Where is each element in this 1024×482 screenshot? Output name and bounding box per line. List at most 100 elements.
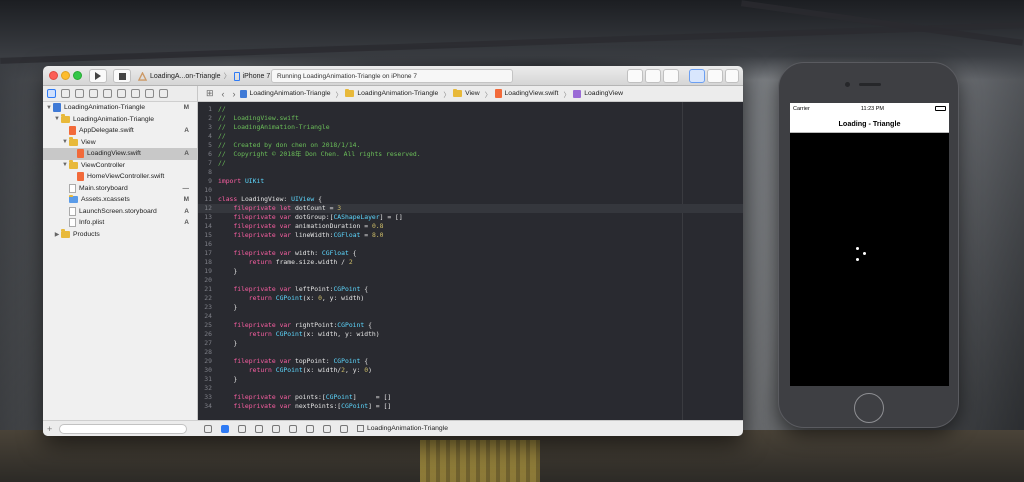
memory-graph-icon[interactable] (323, 424, 331, 433)
back-arrow-icon[interactable]: ‹ (222, 89, 225, 99)
line-number: 32 (204, 384, 212, 392)
toggle-navigator-button[interactable] (689, 69, 705, 83)
zoom-window-button[interactable] (73, 71, 82, 80)
debug-icon[interactable] (131, 89, 140, 98)
home-button[interactable] (854, 393, 884, 423)
step-out-icon[interactable] (289, 424, 297, 433)
code-line[interactable]: 11 class LoadingView: UIView { (198, 195, 743, 204)
source-editor[interactable]: 1 // 2 // LoadingView.swift 3 // LoadingAnima… (198, 102, 743, 420)
breakpoints-toggle-icon[interactable] (221, 424, 229, 433)
code-line[interactable]: 20 (198, 276, 743, 285)
step-over-icon[interactable] (255, 424, 263, 433)
code-line[interactable]: 5 // Created by don chen on 2018/1/14. (198, 141, 743, 150)
code-line[interactable]: 4 // (198, 132, 743, 141)
tree-item[interactable]: ▼ ViewController (43, 160, 197, 172)
code-line[interactable]: 23 } (198, 303, 743, 312)
code-line[interactable]: 3 // LoadingAnimation-Triangle (198, 123, 743, 132)
pause-icon[interactable] (238, 424, 246, 433)
plist-file-icon (69, 218, 76, 228)
code-line[interactable]: 30 return CGPoint(x: width/2, y: 0) (198, 366, 743, 375)
folder-icon (453, 88, 463, 97)
symbol-icon[interactable] (75, 89, 84, 98)
breadcrumb-file[interactable]: LoadingView.swift (494, 89, 558, 98)
code-line[interactable]: 8 (198, 168, 743, 177)
code-line[interactable]: 34 fileprivate var nextPoints:[CGPoint] … (198, 402, 743, 411)
location-icon[interactable] (340, 424, 348, 433)
warning-icon[interactable] (103, 89, 112, 98)
code-line[interactable]: 1 // (198, 105, 743, 114)
simulator-screen[interactable]: Carrier 11:23 PM Loading - Triangle (790, 103, 949, 386)
breadcrumb-symbol[interactable]: LoadingView (573, 89, 623, 98)
stop-button[interactable] (113, 69, 131, 83)
breadcrumb-group[interactable]: LoadingAnimation-Triangle (345, 88, 438, 97)
code-line[interactable]: 25 fileprivate var rightPoint:CGPoint { (198, 321, 743, 330)
hide-debug-area-icon[interactable] (204, 424, 212, 433)
navigator-filter-input[interactable] (59, 424, 187, 434)
code-line[interactable]: 15 fileprivate var lineWidth:CGFloat = 8… (198, 231, 743, 240)
code-line[interactable]: 32 (198, 384, 743, 393)
code-line[interactable]: 31 } (198, 375, 743, 384)
code-line[interactable]: 26 return CGPoint(x: width, y: width) (198, 330, 743, 339)
code-line[interactable]: 24 (198, 312, 743, 321)
tree-item[interactable]: HomeViewController.swift (43, 171, 197, 183)
tree-item[interactable]: AppDelegate.swift A (43, 125, 197, 137)
tree-item[interactable]: ▶ Products (43, 229, 197, 241)
tree-item-selected[interactable]: LoadingView.swift A (43, 148, 197, 160)
tree-item[interactable]: ▼ LoadingAnimation-Triangle (43, 114, 197, 126)
assistant-editor-button[interactable] (645, 69, 661, 83)
code-line[interactable]: 33 fileprivate var points:[CGPoint] = [] (198, 393, 743, 402)
version-editor-button[interactable] (663, 69, 679, 83)
folder-icon[interactable] (47, 89, 56, 98)
breadcrumb-folder[interactable]: View (453, 88, 480, 97)
code-line[interactable]: 21 fileprivate var leftPoint:CGPoint { (198, 285, 743, 294)
breadcrumb-separator: 〉 (335, 91, 343, 99)
folder-icon (61, 229, 70, 238)
code-line[interactable]: 14 fileprivate var animationDuration = 0… (198, 222, 743, 231)
tree-item[interactable]: ▼ View (43, 137, 197, 149)
code-line[interactable]: 22 return CGPoint(x: 0, y: width) (198, 294, 743, 303)
test-icon[interactable] (117, 89, 126, 98)
code-text: fileprivate var rightPoint:CGPoint { (233, 321, 372, 329)
tree-item[interactable]: ▼ LoadingAnimation-Triangle M (43, 102, 197, 114)
code-line[interactable]: 13 fileprivate var dotGroup:[CAShapeLaye… (198, 213, 743, 222)
forward-arrow-icon[interactable]: › (233, 89, 236, 99)
toggle-debug-area-button[interactable] (707, 69, 723, 83)
breadcrumb-project[interactable]: LoadingAnimation-Triangle (239, 89, 331, 98)
code-line[interactable]: 17 fileprivate var width: CGFloat { (198, 249, 743, 258)
code-line[interactable]: 19 } (198, 267, 743, 276)
tree-item[interactable]: Info.plist A (43, 217, 197, 229)
scm-badge: — (182, 184, 190, 192)
search-icon[interactable] (89, 89, 98, 98)
tree-item-label: View (81, 138, 96, 146)
code-line[interactable]: 10 (198, 186, 743, 195)
run-button[interactable] (89, 69, 107, 83)
folder-icon (69, 160, 78, 169)
code-line[interactable]: 18 return frame.size.width / 2 (198, 258, 743, 267)
related-items-icon[interactable]: ⊞ (206, 88, 214, 99)
code-line[interactable]: 29 fileprivate var topPoint: CGPoint { (198, 357, 743, 366)
breakpoint-icon[interactable] (145, 89, 154, 98)
code-line[interactable]: 28 (198, 348, 743, 357)
toggle-inspector-button[interactable] (725, 69, 739, 83)
debug-process-label[interactable]: LoadingAnimation-Triangle (367, 425, 448, 432)
tree-item[interactable]: Main.storyboard — (43, 183, 197, 195)
code-line[interactable]: 6 // Copyright © 2018年 Don Chen. All righ… (198, 150, 743, 159)
source-control-icon[interactable] (61, 89, 70, 98)
scheme-selector[interactable]: LoadingA...on-Triangle 〉 iPhone 7 (138, 69, 270, 83)
code-line[interactable]: 16 (198, 240, 743, 249)
view-hierarchy-icon[interactable] (306, 424, 314, 433)
code-line[interactable]: 12 fileprivate let dotCount = 3 (198, 204, 743, 213)
code-line[interactable]: 2 // LoadingView.swift (198, 114, 743, 123)
code-line[interactable]: 7 // (198, 159, 743, 168)
minimize-window-button[interactable] (61, 71, 70, 80)
code-line[interactable]: 9 import UIKit (198, 177, 743, 186)
close-window-button[interactable] (49, 71, 58, 80)
standard-editor-button[interactable] (627, 69, 643, 83)
tree-item-label: Products (73, 230, 100, 238)
add-file-button[interactable]: + (47, 424, 52, 434)
tree-item[interactable]: LaunchScreen.storyboard A (43, 206, 197, 218)
step-into-icon[interactable] (272, 424, 280, 433)
tree-item[interactable]: Assets.xcassets M (43, 194, 197, 206)
code-line[interactable]: 27 } (198, 339, 743, 348)
report-icon[interactable] (159, 89, 168, 98)
